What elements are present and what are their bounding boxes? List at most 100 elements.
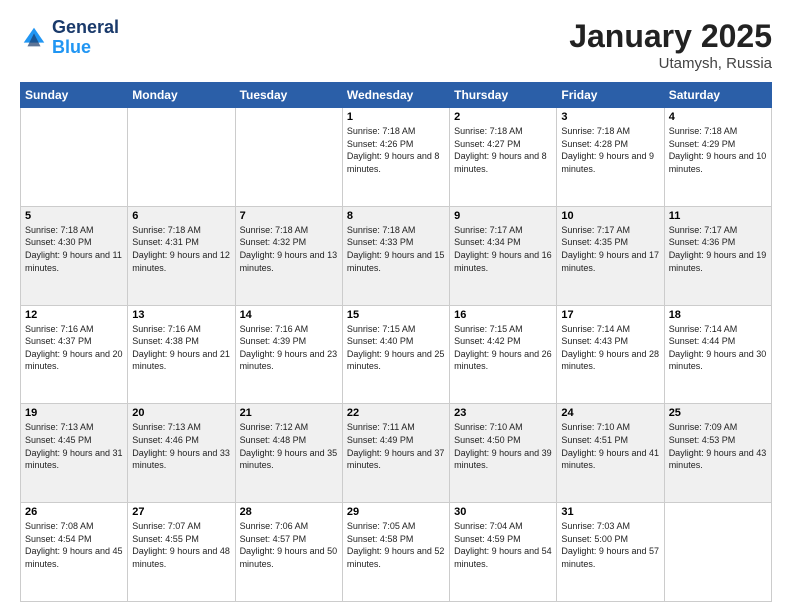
cell-info: Sunrise: 7:11 AMSunset: 4:49 PMDaylight:… <box>347 421 445 471</box>
cell-info: Sunrise: 7:15 AMSunset: 4:40 PMDaylight:… <box>347 323 445 373</box>
day-header-saturday: Saturday <box>664 83 771 108</box>
page: General Blue January 2025 Utamysh, Russi… <box>0 0 792 612</box>
cell-info: Sunrise: 7:18 AMSunset: 4:32 PMDaylight:… <box>240 224 338 274</box>
cell-day-number: 18 <box>669 309 767 321</box>
cell-day-number: 1 <box>347 111 445 123</box>
cell-info: Sunrise: 7:18 AMSunset: 4:31 PMDaylight:… <box>132 224 230 274</box>
cell-info: Sunrise: 7:10 AMSunset: 4:51 PMDaylight:… <box>561 421 659 471</box>
cell-day-number: 8 <box>347 210 445 222</box>
calendar-cell: 24 Sunrise: 7:10 AMSunset: 4:51 PMDayligh… <box>557 404 664 503</box>
day-header-monday: Monday <box>128 83 235 108</box>
calendar-cell: 5 Sunrise: 7:18 AMSunset: 4:30 PMDaylight… <box>21 206 128 305</box>
logo-text: General Blue <box>52 18 119 58</box>
calendar-cell: 18 Sunrise: 7:14 AMSunset: 4:44 PMDayligh… <box>664 305 771 404</box>
cell-day-number: 27 <box>132 506 230 518</box>
cell-day-number: 7 <box>240 210 338 222</box>
cell-day-number: 20 <box>132 407 230 419</box>
cell-day-number: 15 <box>347 309 445 321</box>
cell-info: Sunrise: 7:17 AMSunset: 4:34 PMDaylight:… <box>454 224 552 274</box>
cell-info: Sunrise: 7:18 AMSunset: 4:33 PMDaylight:… <box>347 224 445 274</box>
cell-info: Sunrise: 7:16 AMSunset: 4:39 PMDaylight:… <box>240 323 338 373</box>
cell-day-number: 12 <box>25 309 123 321</box>
cell-info: Sunrise: 7:13 AMSunset: 4:46 PMDaylight:… <box>132 421 230 471</box>
location: Utamysh, Russia <box>569 55 772 72</box>
cell-info: Sunrise: 7:13 AMSunset: 4:45 PMDaylight:… <box>25 421 123 471</box>
cell-day-number: 17 <box>561 309 659 321</box>
cell-info: Sunrise: 7:10 AMSunset: 4:50 PMDaylight:… <box>454 421 552 471</box>
cell-day-number: 22 <box>347 407 445 419</box>
calendar-cell: 11 Sunrise: 7:17 AMSunset: 4:36 PMDayligh… <box>664 206 771 305</box>
cell-day-number: 24 <box>561 407 659 419</box>
calendar-cell: 23Sunrise: 7:10 AMSunset: 4:50 PMDayligh… <box>450 404 557 503</box>
cell-info: Sunrise: 7:05 AMSunset: 4:58 PMDaylight:… <box>347 520 445 570</box>
cell-info: Sunrise: 7:17 AMSunset: 4:35 PMDaylight:… <box>561 224 659 274</box>
cell-day-number: 6 <box>132 210 230 222</box>
calendar-cell: 9 Sunrise: 7:17 AMSunset: 4:34 PMDaylight… <box>450 206 557 305</box>
cell-info: Sunrise: 7:18 AMSunset: 4:28 PMDaylight:… <box>561 125 659 175</box>
cell-day-number: 30 <box>454 506 552 518</box>
cell-day-number: 31 <box>561 506 659 518</box>
cell-day-number: 11 <box>669 210 767 222</box>
cell-info: Sunrise: 7:07 AMSunset: 4:55 PMDaylight:… <box>132 520 230 570</box>
cell-info: Sunrise: 7:18 AMSunset: 4:30 PMDaylight:… <box>25 224 123 274</box>
calendar-cell: 25Sunrise: 7:09 AMSunset: 4:53 PMDayligh… <box>664 404 771 503</box>
day-header-thursday: Thursday <box>450 83 557 108</box>
calendar-cell: 4 Sunrise: 7:18 AMSunset: 4:29 PMDaylight… <box>664 108 771 207</box>
cell-info: Sunrise: 7:18 AMSunset: 4:26 PMDaylight:… <box>347 125 445 175</box>
cell-info: Sunrise: 7:18 AMSunset: 4:29 PMDaylight:… <box>669 125 767 175</box>
cell-info: Sunrise: 7:17 AMSunset: 4:36 PMDaylight:… <box>669 224 767 274</box>
cell-info: Sunrise: 7:14 AMSunset: 4:43 PMDaylight:… <box>561 323 659 373</box>
calendar-cell: 30 Sunrise: 7:04 AMSunset: 4:59 PMDayligh… <box>450 503 557 602</box>
calendar-cell: 2 Sunrise: 7:18 AMSunset: 4:27 PMDaylight… <box>450 108 557 207</box>
cell-day-number: 2 <box>454 111 552 123</box>
cell-info: Sunrise: 7:18 AMSunset: 4:27 PMDaylight:… <box>454 125 552 175</box>
cell-day-number: 28 <box>240 506 338 518</box>
cell-day-number: 5 <box>25 210 123 222</box>
calendar-cell: 6 Sunrise: 7:18 AMSunset: 4:31 PMDaylight… <box>128 206 235 305</box>
cell-day-number: 10 <box>561 210 659 222</box>
calendar-cell: 10 Sunrise: 7:17 AMSunset: 4:35 PMDayligh… <box>557 206 664 305</box>
cell-info: Sunrise: 7:04 AMSunset: 4:59 PMDaylight:… <box>454 520 552 570</box>
header: General Blue January 2025 Utamysh, Russi… <box>20 18 772 72</box>
title-block: January 2025 Utamysh, Russia <box>569 18 772 72</box>
cell-day-number: 19 <box>25 407 123 419</box>
cell-info: Sunrise: 7:09 AMSunset: 4:53 PMDaylight:… <box>669 421 767 471</box>
cell-day-number: 3 <box>561 111 659 123</box>
cell-day-number: 29 <box>347 506 445 518</box>
day-header-friday: Friday <box>557 83 664 108</box>
calendar-cell: 31Sunrise: 7:03 AMSunset: 5:00 PMDayligh… <box>557 503 664 602</box>
calendar-cell: 20 Sunrise: 7:13 AMSunset: 4:46 PMDayligh… <box>128 404 235 503</box>
cell-day-number: 13 <box>132 309 230 321</box>
cell-info: Sunrise: 7:15 AMSunset: 4:42 PMDaylight:… <box>454 323 552 373</box>
cell-info: Sunrise: 7:12 AMSunset: 4:48 PMDaylight:… <box>240 421 338 471</box>
cell-day-number: 9 <box>454 210 552 222</box>
day-header-wednesday: Wednesday <box>342 83 449 108</box>
day-header-tuesday: Tuesday <box>235 83 342 108</box>
calendar-cell <box>128 108 235 207</box>
logo: General Blue <box>20 18 119 58</box>
calendar-cell: 19 Sunrise: 7:13 AMSunset: 4:45 PMDayligh… <box>21 404 128 503</box>
calendar-cell: 7 Sunrise: 7:18 AMSunset: 4:32 PMDaylight… <box>235 206 342 305</box>
cell-info: Sunrise: 7:06 AMSunset: 4:57 PMDaylight:… <box>240 520 338 570</box>
calendar-cell: 29 Sunrise: 7:05 AMSunset: 4:58 PMDayligh… <box>342 503 449 602</box>
calendar-cell <box>235 108 342 207</box>
cell-day-number: 16 <box>454 309 552 321</box>
calendar-cell: 26 Sunrise: 7:08 AMSunset: 4:54 PMDayligh… <box>21 503 128 602</box>
calendar-table: SundayMondayTuesdayWednesdayThursdayFrid… <box>20 82 772 602</box>
calendar-cell: 1 Sunrise: 7:18 AMSunset: 4:26 PMDaylight… <box>342 108 449 207</box>
month-title: January 2025 <box>569 18 772 55</box>
calendar-cell: 17 Sunrise: 7:14 AMSunset: 4:43 PMDayligh… <box>557 305 664 404</box>
cell-info: Sunrise: 7:14 AMSunset: 4:44 PMDaylight:… <box>669 323 767 373</box>
cell-info: Sunrise: 7:16 AMSunset: 4:37 PMDaylight:… <box>25 323 123 373</box>
calendar-cell: 22 Sunrise: 7:11 AMSunset: 4:49 PMDayligh… <box>342 404 449 503</box>
calendar-cell: 8 Sunrise: 7:18 AMSunset: 4:33 PMDaylight… <box>342 206 449 305</box>
calendar-cell: 15 Sunrise: 7:15 AMSunset: 4:40 PMDayligh… <box>342 305 449 404</box>
calendar-cell: 21Sunrise: 7:12 AMSunset: 4:48 PMDayligh… <box>235 404 342 503</box>
calendar-header-row: SundayMondayTuesdayWednesdayThursdayFrid… <box>21 83 772 108</box>
cell-day-number: 26 <box>25 506 123 518</box>
cell-info: Sunrise: 7:16 AMSunset: 4:38 PMDaylight:… <box>132 323 230 373</box>
cell-day-number: 4 <box>669 111 767 123</box>
logo-icon <box>20 24 48 52</box>
calendar-cell: 13 Sunrise: 7:16 AMSunset: 4:38 PMDayligh… <box>128 305 235 404</box>
cell-info: Sunrise: 7:08 AMSunset: 4:54 PMDaylight:… <box>25 520 123 570</box>
